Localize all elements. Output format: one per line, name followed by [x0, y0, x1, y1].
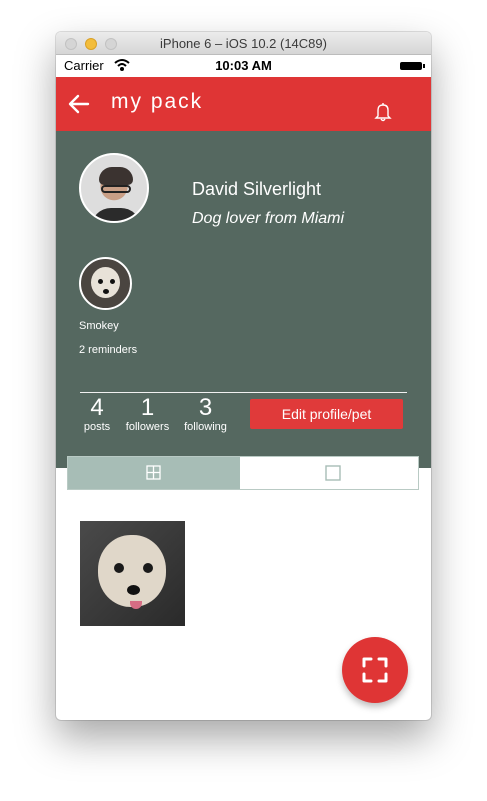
stat-value: 3 — [198, 394, 213, 421]
battery-icon — [400, 62, 425, 70]
pet-nose — [103, 289, 109, 294]
stat-label: posts — [83, 421, 111, 433]
pet-eye — [98, 279, 103, 284]
avatar-hair — [99, 167, 133, 185]
stat-label: following — [184, 421, 227, 433]
profile-header: David Silverlight Dog lover from Miami S… — [56, 131, 431, 468]
dog-tongue — [130, 601, 142, 609]
stats-divider — [80, 392, 407, 393]
simulator-window: iPhone 6 – iOS 10.2 (14C89) Carrier 10:0… — [56, 32, 431, 720]
pet-avatar[interactable] — [79, 257, 132, 310]
pet-eye — [110, 279, 115, 284]
stat-following[interactable]: 3 following — [180, 394, 231, 433]
page-title: my pack — [111, 90, 204, 113]
window-titlebar: iPhone 6 – iOS 10.2 (14C89) — [56, 32, 431, 55]
dog-eye — [114, 563, 124, 573]
arrow-left-icon[interactable] — [68, 94, 90, 114]
stat-value: 1 — [140, 394, 155, 421]
dog-eye — [143, 563, 153, 573]
scan-button[interactable] — [342, 637, 408, 703]
pet-name: Smokey — [79, 320, 119, 332]
pet-reminders[interactable]: 2 reminders — [79, 344, 137, 356]
dog-face — [98, 535, 166, 607]
status-time: 10:03 AM — [215, 58, 272, 73]
user-bio: Dog lover from Miami — [192, 210, 345, 227]
dog-nose — [127, 585, 140, 595]
stat-value: 4 — [90, 394, 104, 421]
avatar-shirt — [91, 208, 141, 221]
bell-icon[interactable] — [374, 102, 392, 122]
single-view-tab[interactable] — [240, 457, 418, 489]
scan-icon — [362, 657, 388, 683]
status-bar: Carrier 10:03 AM — [56, 55, 431, 77]
view-toggle — [67, 456, 419, 490]
user-avatar[interactable] — [79, 153, 149, 223]
avatar-glasses — [101, 185, 131, 193]
stat-followers[interactable]: 1 followers — [120, 394, 175, 433]
post-thumbnail[interactable] — [80, 521, 185, 626]
nav-bar: my pack — [56, 77, 431, 131]
edit-profile-button[interactable]: Edit profile/pet — [250, 399, 403, 429]
stat-label: followers — [125, 421, 170, 433]
user-name: David Silverlight — [192, 179, 322, 199]
window-title: iPhone 6 – iOS 10.2 (14C89) — [160, 36, 327, 51]
square-icon — [325, 465, 341, 481]
grid-icon — [146, 465, 161, 480]
grid-view-tab[interactable] — [68, 457, 240, 489]
stat-posts[interactable]: 4 posts — [81, 394, 113, 433]
